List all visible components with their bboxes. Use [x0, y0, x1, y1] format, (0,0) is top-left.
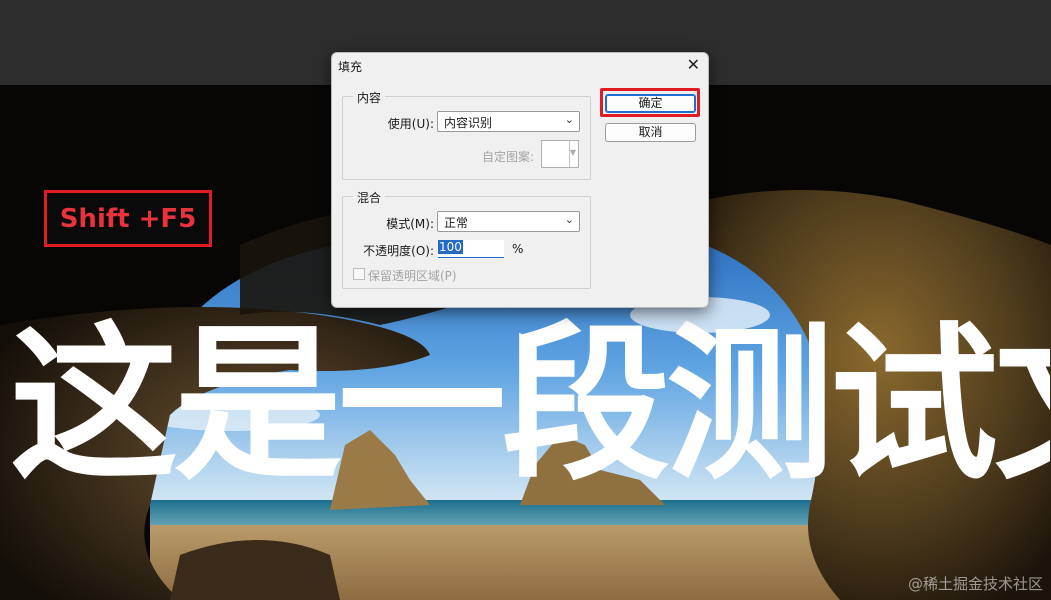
dialog-title: 填充	[338, 60, 363, 74]
preserve-transparency-label: 保留透明区域(P)	[368, 269, 457, 283]
opacity-unit: %	[512, 242, 524, 256]
close-icon[interactable]: ✕	[687, 55, 700, 74]
dialog-titlebar[interactable]: 填充 ✕	[332, 53, 708, 77]
use-select[interactable]: 内容识别 ⌄	[437, 111, 580, 132]
mode-select-value: 正常	[444, 216, 469, 230]
preserve-transparency-checkbox[interactable]	[353, 268, 365, 280]
custom-pattern-label: 自定图案:	[481, 150, 534, 164]
chevron-down-icon: ⌄	[564, 213, 574, 226]
blend-group-label: 混合	[353, 189, 386, 206]
mode-select[interactable]: 正常 ⌄	[437, 211, 580, 232]
chevron-down-icon: ⌄	[564, 113, 574, 126]
mode-label: 模式(M):	[386, 217, 434, 231]
watermark: @稀土掘金技术社区	[907, 575, 1043, 593]
fill-dialog: 填充 ✕ 内容 使用(U): 内容识别 ⌄ 自定图案: ▼ 混合 模式(M): …	[331, 52, 709, 308]
ok-button[interactable]: 确定	[605, 94, 696, 113]
cancel-button[interactable]: 取消	[605, 123, 696, 142]
selected-text-layer[interactable]: 这是一段测试文字	[10, 300, 1050, 510]
opacity-value: 100	[438, 240, 463, 254]
content-group-label: 内容	[353, 89, 386, 106]
shortcut-hint-box: Shift +F5	[44, 190, 212, 247]
chevron-down-icon: ▼	[569, 148, 576, 157]
opacity-input[interactable]: 100	[438, 240, 504, 258]
custom-pattern-picker: ▼	[541, 140, 579, 168]
opacity-label: 不透明度(O):	[363, 244, 434, 258]
big-text-content: 这是一段测试文字	[10, 307, 1050, 503]
use-label: 使用(U):	[387, 117, 434, 131]
use-select-value: 内容识别	[444, 116, 493, 130]
